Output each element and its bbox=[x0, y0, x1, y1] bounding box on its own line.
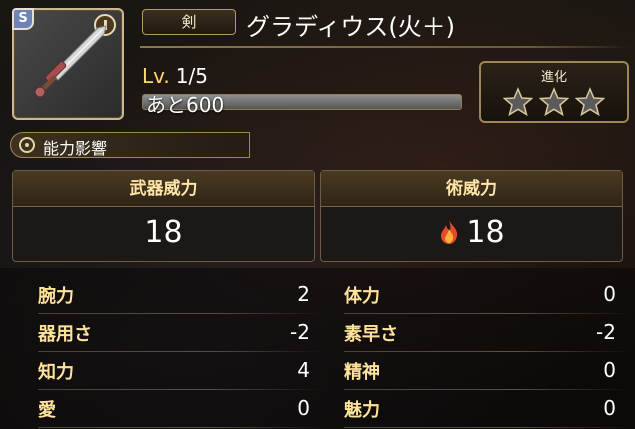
stat-value: -2 bbox=[290, 320, 310, 344]
divider bbox=[38, 427, 324, 428]
stat-row: 腕力 2 bbox=[38, 276, 324, 314]
stat-value: -2 bbox=[596, 320, 616, 344]
stat-label: 腕力 bbox=[38, 286, 74, 307]
divider bbox=[344, 427, 630, 428]
stat-row: 体力 0 bbox=[344, 276, 630, 314]
stat-row: 愛0 bbox=[38, 390, 324, 428]
evolution-label: 進化 bbox=[540, 70, 567, 85]
star-empty-icon bbox=[574, 87, 606, 117]
stat-label: 愛 bbox=[38, 400, 56, 421]
stat-row: 器用さ -2 bbox=[38, 314, 324, 352]
stat-row: 精神 0 bbox=[344, 352, 630, 390]
stat-value: 0 bbox=[603, 396, 616, 420]
art-power-value: 18 bbox=[466, 215, 505, 250]
stat-value: 0 bbox=[603, 358, 616, 382]
stat-label: 知力 bbox=[38, 362, 74, 383]
stat-row: 知力 4 bbox=[38, 352, 324, 390]
fire-icon bbox=[441, 220, 458, 244]
ability-effect-header: 能力影響 bbox=[10, 132, 250, 158]
stat-label: 精神 bbox=[344, 362, 380, 383]
stat-value: 0 bbox=[603, 282, 616, 306]
weapon-power-label: 武器威力 bbox=[13, 171, 314, 207]
exp-remaining: あと600 bbox=[146, 93, 225, 117]
stat-label: 体力 bbox=[344, 286, 380, 307]
evolution-stars bbox=[502, 87, 606, 117]
section-title: 能力影響 bbox=[43, 139, 108, 158]
art-power-label: 術威力 bbox=[321, 171, 622, 207]
star-empty-icon bbox=[502, 87, 534, 117]
art-power-box: 術威力 18 bbox=[320, 170, 623, 262]
stat-value: 2 bbox=[297, 282, 310, 306]
stat-label: 器用さ bbox=[38, 324, 92, 345]
art-power-value-wrap: 18 bbox=[321, 215, 622, 250]
evolution-panel: 進化 bbox=[479, 61, 629, 123]
weapon-category-label: 剣 bbox=[142, 9, 236, 35]
weapon-level: Lv. 1/5 bbox=[142, 64, 208, 88]
star-empty-icon bbox=[538, 87, 570, 117]
stat-label: 魅力 bbox=[344, 400, 380, 421]
sword-icon bbox=[34, 25, 107, 98]
stat-value: 0 bbox=[297, 396, 310, 420]
level-prefix: Lv. bbox=[142, 64, 170, 88]
level-value: 1/5 bbox=[175, 64, 208, 88]
weapon-power-value: 18 bbox=[144, 215, 183, 250]
target-icon bbox=[19, 137, 35, 153]
weapon-icon-frame[interactable]: S bbox=[12, 8, 124, 120]
stat-row: 素早さ -2 bbox=[344, 314, 630, 352]
weapon-name: グラディウス(火＋) bbox=[246, 13, 456, 41]
stat-label: 素早さ bbox=[344, 324, 398, 345]
divider bbox=[140, 46, 630, 48]
stat-value: 4 bbox=[297, 358, 310, 382]
stat-row: 魅力 0 bbox=[344, 390, 630, 428]
weapon-power-box: 武器威力 18 bbox=[12, 170, 315, 262]
